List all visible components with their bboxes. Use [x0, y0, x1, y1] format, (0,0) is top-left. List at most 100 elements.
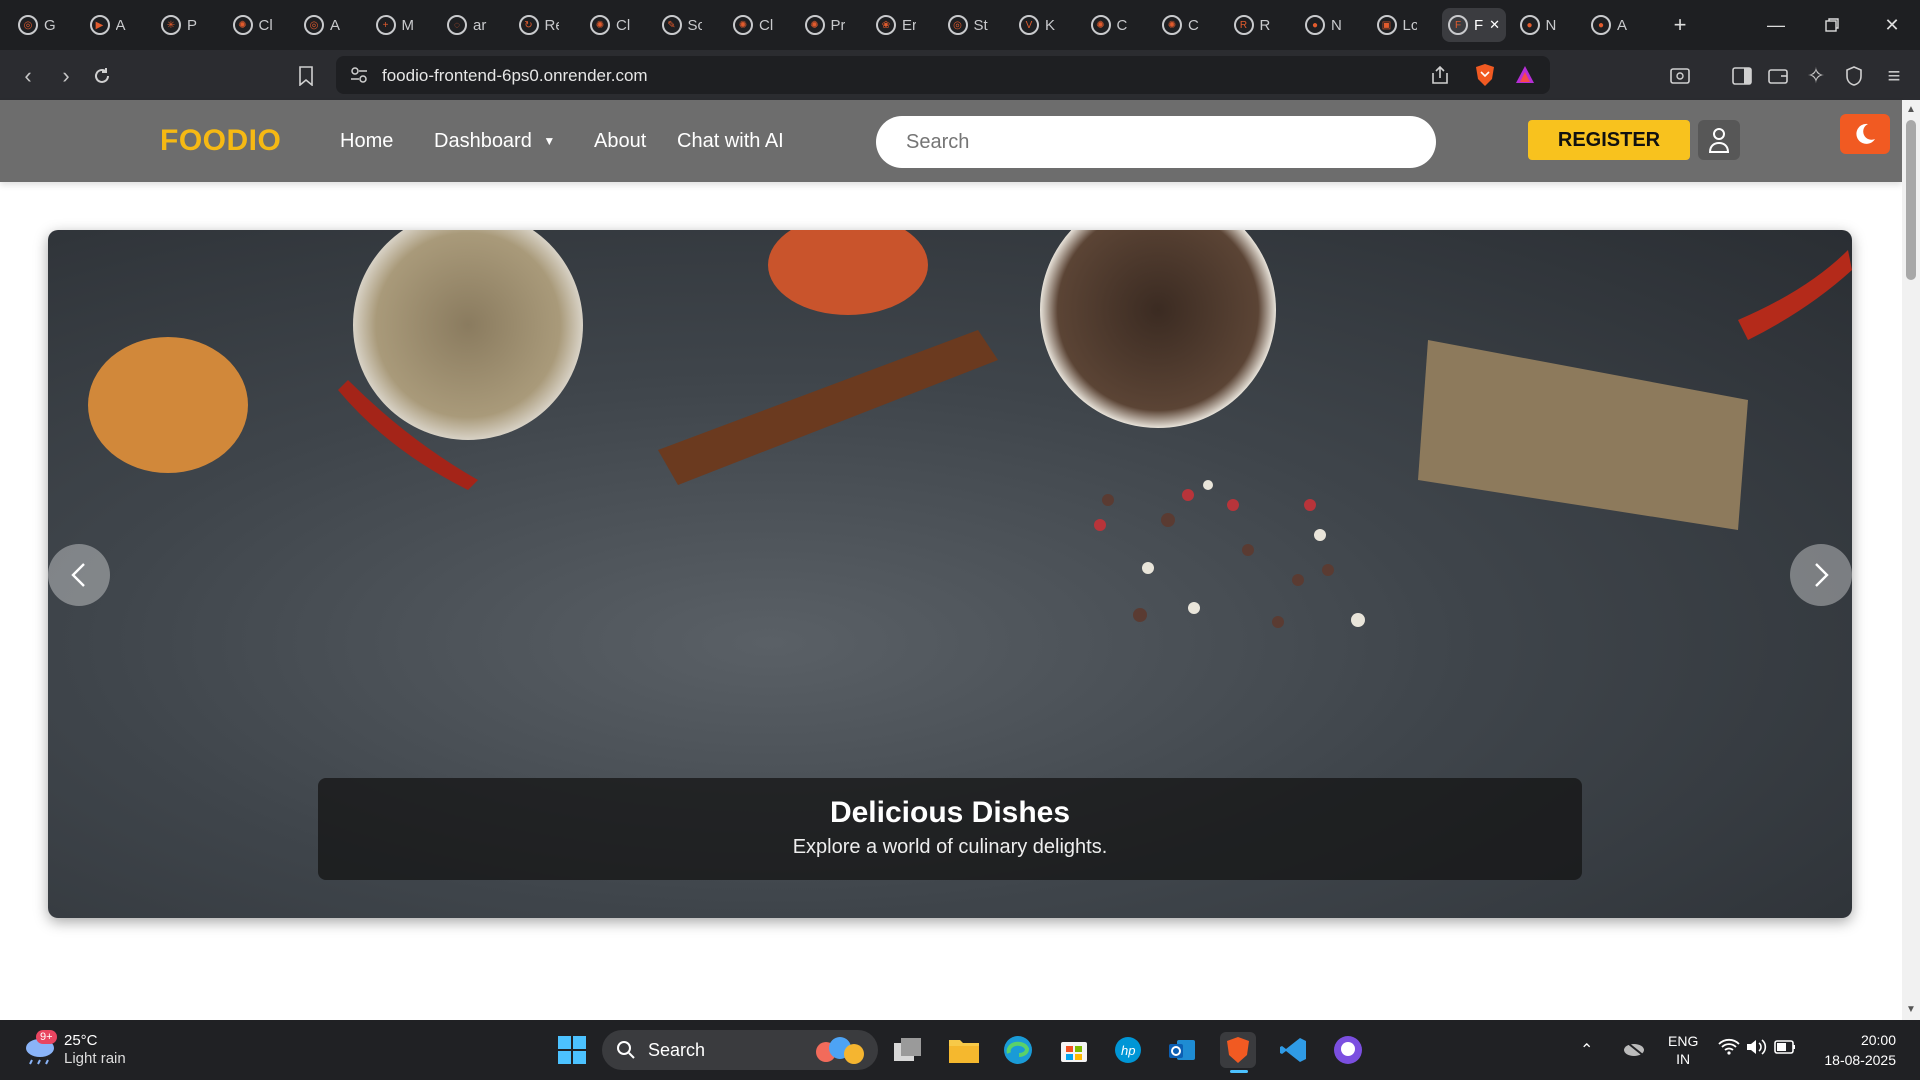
- user-profile-button[interactable]: [1698, 120, 1740, 160]
- chatgpt-icon: ❀: [876, 15, 896, 35]
- site-navbar: FOODIO Home Dashboard ▼ About Chat with …: [0, 100, 1902, 182]
- forward-button[interactable]: ›: [52, 62, 80, 90]
- browser-tab[interactable]: ◎ St: [942, 8, 996, 42]
- browser-tab[interactable]: + M: [370, 8, 424, 42]
- moon-icon: [1856, 123, 1875, 144]
- browser-tab[interactable]: F Fc ✕: [1442, 8, 1506, 42]
- vpn-shield-icon[interactable]: [1840, 62, 1868, 90]
- wifi-icon[interactable]: [1718, 1038, 1740, 1061]
- tab-title: Sc: [687, 16, 702, 34]
- browser-tab[interactable]: VK: [1013, 8, 1067, 42]
- browser-tab[interactable]: RR: [1228, 8, 1282, 42]
- browser-tab[interactable]: ✺ Cl: [227, 8, 281, 42]
- browser-tab[interactable]: ◌ ar: [441, 8, 495, 42]
- dark-mode-toggle[interactable]: [1840, 114, 1890, 154]
- browser-tab[interactable]: ● A: [1585, 8, 1639, 42]
- bookmark-icon[interactable]: [292, 62, 320, 90]
- openai-icon: ◎: [304, 15, 324, 35]
- clock[interactable]: 20:00 18-08-2025: [1816, 1030, 1896, 1070]
- sidebar-icon[interactable]: [1728, 62, 1756, 90]
- nav-about[interactable]: About: [594, 130, 646, 153]
- scrollbar-thumb[interactable]: [1906, 120, 1916, 280]
- browser-tab[interactable]: ✺ C: [1085, 8, 1139, 42]
- chevron-left-icon: [71, 563, 85, 587]
- browser-tab[interactable]: ◎ A: [298, 8, 352, 42]
- tab-title: ar: [473, 16, 487, 34]
- site-settings-icon[interactable]: [350, 66, 368, 89]
- ms-store-icon[interactable]: [1056, 1032, 1092, 1068]
- browser-tab[interactable]: ✎ Sc: [656, 8, 710, 42]
- scroll-up-icon[interactable]: ▲: [1906, 104, 1916, 115]
- browser-tab[interactable]: ▣ Lc: [1371, 8, 1425, 42]
- vscode-icon[interactable]: [1276, 1032, 1312, 1068]
- wallet-icon[interactable]: [1764, 62, 1792, 90]
- brave-taskbar-icon[interactable]: [1220, 1032, 1256, 1068]
- browser-tab[interactable]: ✺ C: [1156, 8, 1210, 42]
- browser-tab[interactable]: ↻ Re: [513, 8, 567, 42]
- taskbar-search[interactable]: Search: [602, 1030, 878, 1070]
- address-bar[interactable]: foodio-frontend-6ps0.onrender.com: [336, 56, 1550, 94]
- tab-title: Cl: [759, 16, 773, 34]
- clock-time: 20:00: [1860, 1032, 1896, 1048]
- carousel-prev-button[interactable]: [48, 544, 110, 606]
- edge-browser-icon[interactable]: [1000, 1032, 1036, 1068]
- windows-start-icon[interactable]: [554, 1032, 590, 1068]
- close-window-button[interactable]: ✕: [1872, 10, 1912, 40]
- outlook-icon[interactable]: [1164, 1032, 1200, 1068]
- register-button[interactable]: REGISTER: [1528, 120, 1690, 160]
- new-tab-button[interactable]: +: [1660, 10, 1700, 40]
- screenshot-icon[interactable]: [1666, 62, 1694, 90]
- plus-icon: +: [375, 15, 396, 35]
- browser-tab[interactable]: ✺ Cl: [727, 8, 781, 42]
- hero-carousel: Delicious Dishes Explore a world of culi…: [48, 230, 1852, 918]
- tab-title: Cl: [616, 16, 630, 34]
- carousel-next-button[interactable]: [1790, 544, 1852, 606]
- menu-icon[interactable]: ≡: [1880, 62, 1908, 90]
- url-text[interactable]: foodio-frontend-6ps0.onrender.com: [382, 66, 648, 86]
- back-button[interactable]: ‹: [14, 62, 42, 90]
- battery-icon[interactable]: [1774, 1040, 1796, 1059]
- language-indicator[interactable]: ENG IN: [1668, 1032, 1698, 1068]
- brave-shields-icon[interactable]: [1474, 63, 1496, 92]
- tab-title: Fc: [1474, 16, 1484, 34]
- nav-home[interactable]: Home: [340, 130, 393, 153]
- site-logo[interactable]: FOODIO: [160, 124, 281, 158]
- browser-tab[interactable]: ● N: [1299, 8, 1353, 42]
- openai-icon: ◎: [947, 15, 968, 35]
- tab-title: Er: [902, 16, 916, 34]
- scroll-down-icon[interactable]: ▼: [1906, 1004, 1916, 1015]
- minimize-button[interactable]: —: [1756, 10, 1796, 40]
- show-hidden-icons[interactable]: ⌃: [1580, 1040, 1593, 1060]
- browser-tab[interactable]: ◎ G: [12, 8, 66, 42]
- volume-icon[interactable]: [1746, 1038, 1768, 1061]
- tab-title: M: [401, 16, 415, 34]
- hp-icon[interactable]: hp: [1110, 1032, 1146, 1068]
- tab-title: P: [187, 16, 198, 34]
- onedrive-offline-icon[interactable]: [1622, 1038, 1646, 1063]
- github-desktop-icon[interactable]: [1330, 1032, 1366, 1068]
- brave-rewards-icon[interactable]: [1514, 64, 1536, 91]
- task-view-icon[interactable]: [890, 1032, 926, 1068]
- nav-dashboard[interactable]: Dashboard ▼: [434, 130, 555, 153]
- openai-icon: ◎: [18, 15, 38, 35]
- weather-widget[interactable]: 9+ 25°C Light rain: [22, 1030, 126, 1071]
- file-explorer-icon[interactable]: [946, 1032, 982, 1068]
- browser-tab[interactable]: ▶ A: [84, 8, 138, 42]
- user-icon: [1708, 128, 1730, 153]
- nav-chat-ai[interactable]: Chat with AI: [677, 130, 784, 153]
- reload-button[interactable]: [88, 62, 116, 90]
- leo-ai-icon[interactable]: ✧: [1802, 62, 1830, 90]
- browser-tab[interactable]: ❀ Er: [870, 8, 924, 42]
- browser-tab[interactable]: ● N: [1514, 8, 1568, 42]
- browser-tab[interactable]: ✺ Pr: [799, 8, 853, 42]
- restore-button[interactable]: [1812, 10, 1852, 40]
- r-icon: R: [1233, 15, 1254, 35]
- browser-tab[interactable]: ✺ Cl: [584, 8, 638, 42]
- page-scrollbar[interactable]: ▲ ▼: [1902, 100, 1920, 1020]
- tab-title: N: [1331, 16, 1342, 34]
- share-icon[interactable]: [1430, 65, 1450, 90]
- close-tab-icon[interactable]: ✕: [1489, 17, 1500, 33]
- browser-tab[interactable]: ✳ P: [155, 8, 209, 42]
- search-input[interactable]: [876, 116, 1436, 168]
- taskbar-search-label: Search: [648, 1039, 706, 1060]
